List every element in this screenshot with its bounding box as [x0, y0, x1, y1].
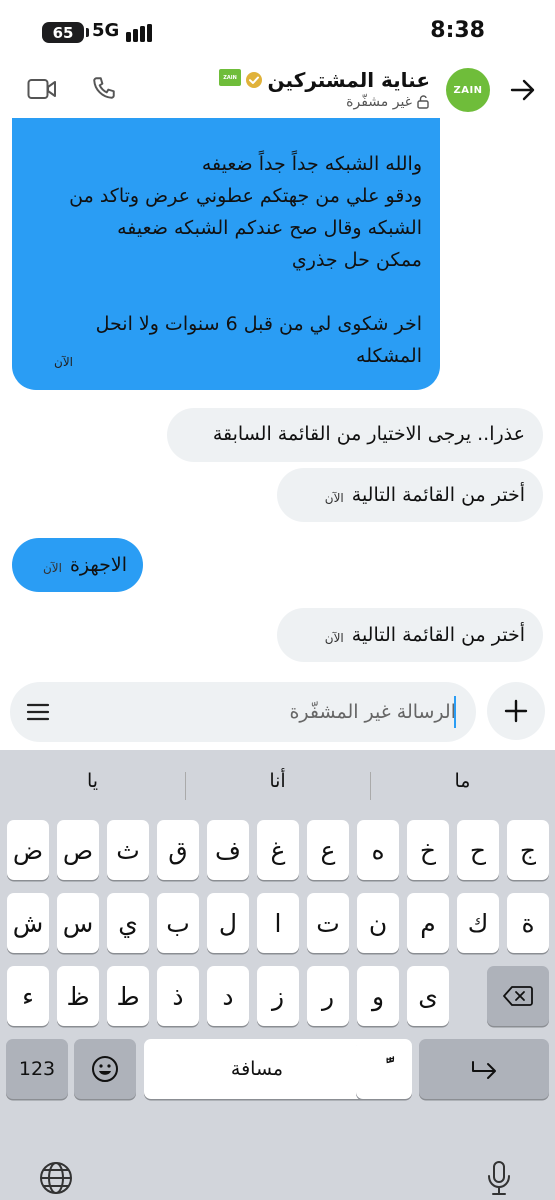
key[interactable]: ص — [57, 820, 99, 880]
key[interactable]: ط — [107, 966, 149, 1026]
key[interactable]: ع — [307, 820, 349, 880]
key[interactable]: ض — [7, 820, 49, 880]
message-bubble-received[interactable]: أختر من القائمة التالية الآن — [277, 468, 543, 522]
clock: 8:38 — [430, 18, 485, 43]
message-text: الاجهزة — [69, 554, 127, 576]
key[interactable]: ة — [507, 893, 549, 953]
key[interactable]: ذ — [157, 966, 199, 1026]
video-call-button[interactable] — [24, 74, 60, 104]
contact-name[interactable]: عناية المشتركين — [268, 68, 430, 92]
microphone-icon — [488, 1161, 510, 1195]
key[interactable]: ح — [457, 820, 499, 880]
battery-level: 65 — [52, 23, 74, 42]
message-timestamp: الآن — [42, 561, 62, 575]
message-timestamp: الآن — [324, 491, 344, 505]
video-camera-icon — [27, 79, 56, 99]
message-bubble-sent[interactable]: والله الشبكه جداً جداً ضعيفه ودقو علي من… — [12, 118, 440, 390]
message-text: عذرا.. يرجى الاختيار من القائمة السابقة — [212, 423, 525, 445]
backspace-key[interactable] — [487, 966, 549, 1026]
key[interactable]: د — [207, 966, 249, 1026]
encryption-label: غير مشفّرة — [346, 94, 412, 110]
language-switch-button[interactable] — [36, 1158, 76, 1198]
key[interactable]: خ — [407, 820, 449, 880]
keyboard-bottom-bar — [0, 1140, 555, 1200]
key[interactable]: ى — [407, 966, 449, 1026]
key[interactable]: ء — [7, 966, 49, 1026]
key[interactable]: س — [57, 893, 99, 953]
emoji-key[interactable] — [74, 1039, 136, 1099]
key[interactable]: ك — [457, 893, 499, 953]
suggestion-item[interactable]: أنا — [185, 770, 370, 792]
key[interactable]: ز — [257, 966, 299, 1026]
message-timestamp: الآن — [324, 631, 344, 645]
chat-header: ZAIN عناية المشتركين غير مشفّرة ZAIN — [0, 62, 555, 118]
hamburger-menu-icon — [26, 703, 50, 721]
key[interactable]: ف — [207, 820, 249, 880]
arrow-right-icon — [510, 79, 535, 101]
key[interactable]: ظ — [57, 966, 99, 1026]
suggestion-bar: ما أنا يا — [0, 750, 555, 816]
phone-icon — [93, 77, 115, 99]
key[interactable]: م — [407, 893, 449, 953]
plus-icon — [504, 699, 528, 723]
verified-badge-icon — [245, 71, 263, 89]
diacritic-key[interactable]: ًّ — [356, 1039, 412, 1099]
text-caret — [454, 696, 456, 728]
return-arrow-icon — [472, 1061, 496, 1079]
menu-button[interactable] — [26, 700, 50, 724]
encryption-status: غير مشفّرة — [346, 94, 430, 110]
key[interactable]: ب — [157, 893, 199, 953]
key[interactable]: ش — [7, 893, 49, 953]
return-key[interactable] — [419, 1039, 549, 1099]
status-bar: 65 5G 8:38 — [0, 0, 555, 62]
key[interactable]: ر — [307, 966, 349, 1026]
unlock-icon — [417, 95, 429, 109]
composer — [0, 680, 555, 750]
emoji-icon — [92, 1056, 118, 1082]
key[interactable]: ي — [107, 893, 149, 953]
message-timestamp: الآن — [54, 355, 73, 369]
add-attachment-button[interactable] — [487, 682, 545, 740]
message-bubble-received[interactable]: عذرا.. يرجى الاختيار من القائمة السابقة — [167, 408, 543, 462]
key[interactable]: ا — [257, 893, 299, 953]
voice-call-button[interactable] — [88, 72, 120, 104]
signal-icon — [126, 24, 156, 42]
network-type: 5G — [92, 20, 120, 41]
suggestion-item[interactable]: يا — [0, 770, 185, 792]
brand-logo: ZAIN — [219, 69, 241, 86]
numbers-key[interactable]: 123 — [6, 1039, 68, 1099]
key[interactable]: ل — [207, 893, 249, 953]
backspace-icon — [503, 986, 533, 1006]
key[interactable]: ث — [107, 820, 149, 880]
message-list[interactable]: والله الشبكه جداً جداً ضعيفه ودقو علي من… — [0, 118, 555, 678]
key[interactable]: ت — [307, 893, 349, 953]
message-bubble-received[interactable]: أختر من القائمة التالية الآن — [277, 608, 543, 662]
message-input[interactable] — [76, 690, 456, 734]
message-text: أختر من القائمة التالية — [351, 484, 525, 506]
message-text: أختر من القائمة التالية — [351, 624, 525, 646]
message-bubble-sent[interactable]: الاجهزة الآن — [12, 538, 143, 592]
space-key[interactable]: مسافة — [144, 1039, 370, 1099]
key[interactable]: ج — [507, 820, 549, 880]
avatar[interactable]: ZAIN — [446, 68, 490, 112]
globe-icon — [40, 1162, 72, 1194]
key[interactable]: ه — [357, 820, 399, 880]
key[interactable]: و — [357, 966, 399, 1026]
suggestion-item[interactable]: ما — [370, 770, 555, 792]
key[interactable]: ن — [357, 893, 399, 953]
keyboard: ما أنا يا ج ح خ ه ع غ ف ق ث ص ض ة ك م ن … — [0, 750, 555, 1200]
key[interactable]: غ — [257, 820, 299, 880]
back-button[interactable] — [507, 74, 539, 106]
dictation-button[interactable] — [479, 1158, 519, 1198]
key[interactable]: ق — [157, 820, 199, 880]
battery-icon: 65 — [42, 22, 89, 43]
message-input-box[interactable] — [10, 682, 476, 742]
